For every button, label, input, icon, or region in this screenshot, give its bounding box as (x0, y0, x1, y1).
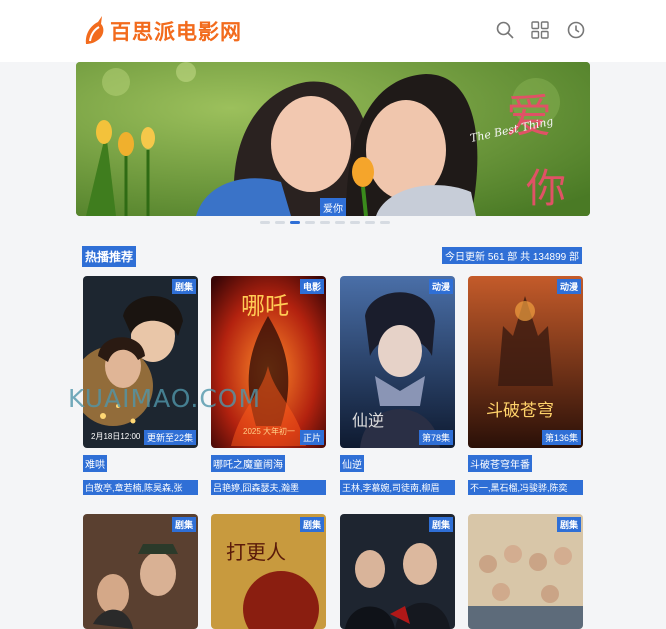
category-badge: 剧集 (171, 279, 196, 294)
poster-image: 哪吒 2025 大年初一 (211, 276, 326, 448)
grid-icon[interactable] (530, 20, 550, 40)
carousel-dot-active[interactable] (290, 221, 300, 224)
poster[interactable]: 剧集 (340, 514, 455, 629)
site-name: 百思派电影网 (110, 21, 242, 44)
card-title[interactable]: 难哄 (83, 455, 107, 472)
banner-title[interactable]: 爱你 (320, 198, 346, 216)
carousel-dot[interactable] (365, 221, 375, 224)
category-badge: 剧集 (556, 517, 581, 532)
poster[interactable]: 剧集 (83, 514, 198, 629)
movie-card[interactable]: 剧集 (340, 514, 455, 629)
movie-card[interactable]: 仙逆 动漫 第78集 仙逆 王林,李慕婉,司徒南,柳眉 (340, 276, 455, 495)
movie-card[interactable]: 剧集 (468, 514, 583, 629)
poster[interactable]: 剧集 2月18日12:00 更新至22集 (83, 276, 198, 448)
category-badge: 剧集 (428, 517, 453, 532)
search-icon[interactable] (495, 20, 515, 40)
movie-card[interactable]: 斗破苍穹 动漫 第136集 斗破苍穹年番 不一,黑石榴,冯骏骅,陈奕 (468, 276, 583, 495)
svg-text:斗破苍穹: 斗破苍穹 (486, 401, 554, 421)
category-badge: 剧集 (171, 517, 196, 532)
top-bar: 百思派电影网 (0, 0, 666, 62)
category-badge: 电影 (299, 279, 324, 294)
episode-badge: 第136集 (541, 430, 581, 445)
carousel-dots (260, 221, 390, 224)
carousel-dot[interactable] (305, 221, 315, 224)
carousel-dot[interactable] (320, 221, 330, 224)
svg-text:仙逆: 仙逆 (352, 411, 384, 430)
poster-image: 斗破苍穹 (468, 276, 583, 448)
logo-icon (85, 16, 104, 44)
card-title[interactable]: 仙逆 (340, 455, 364, 472)
svg-text:哪吒: 哪吒 (241, 292, 289, 320)
category-badge: 动漫 (428, 279, 453, 294)
category-badge: 动漫 (556, 279, 581, 294)
banner-image: 爱 你 The Best Thing (76, 62, 590, 216)
poster-image: 仙逆 (340, 276, 455, 448)
carousel-dot[interactable] (350, 221, 360, 224)
episode-badge: 更新至22集 (143, 430, 196, 445)
card-title[interactable]: 哪吒之魔童闹海 (211, 455, 285, 472)
episode-badge: 第78集 (418, 430, 453, 445)
svg-text:2025 大年初一: 2025 大年初一 (243, 426, 295, 436)
clock-icon[interactable] (566, 20, 586, 40)
episode-badge: 正片 (299, 430, 324, 445)
carousel-dot[interactable] (260, 221, 270, 224)
svg-text:打更人: 打更人 (226, 540, 286, 564)
carousel-dot[interactable] (380, 221, 390, 224)
card-actors: 不一,黑石榴,冯骏骅,陈奕 (468, 480, 583, 495)
watermark: KUAIMAO.COM (68, 384, 262, 413)
card-title[interactable]: 斗破苍穹年番 (468, 455, 532, 472)
section-title: 热播推荐 (82, 246, 137, 267)
card-actors: 白敬亭,章若楠,陈昊森,张 (83, 480, 198, 495)
update-stats: 今日更新 561 部 共 134899 部 (442, 247, 582, 264)
poster[interactable]: 斗破苍穹 动漫 第136集 (468, 276, 583, 448)
poster[interactable]: 剧集 (468, 514, 583, 629)
site-logo[interactable]: 百思派电影网 (82, 14, 242, 48)
carousel-dot[interactable] (275, 221, 285, 224)
air-date: 2月18日12:00 (91, 432, 141, 441)
poster[interactable]: 打更人 剧集 (211, 514, 326, 629)
card-actors: 王林,李慕婉,司徒南,柳眉 (340, 480, 455, 495)
poster-image (83, 276, 198, 448)
card-actors: 吕艳婷,囧森瑟夫,瀚墨 (211, 480, 326, 495)
poster[interactable]: 哪吒 2025 大年初一 电影 正片 (211, 276, 326, 448)
poster[interactable]: 仙逆 动漫 第78集 (340, 276, 455, 448)
banner-caption: 爱你 (76, 194, 590, 216)
category-badge: 剧集 (299, 517, 324, 532)
movie-card[interactable]: 剧集 (83, 514, 198, 629)
movie-card[interactable]: 打更人 剧集 (211, 514, 326, 629)
carousel-dot[interactable] (335, 221, 345, 224)
hero-banner[interactable]: 爱 你 The Best Thing 爱你 (76, 62, 590, 216)
